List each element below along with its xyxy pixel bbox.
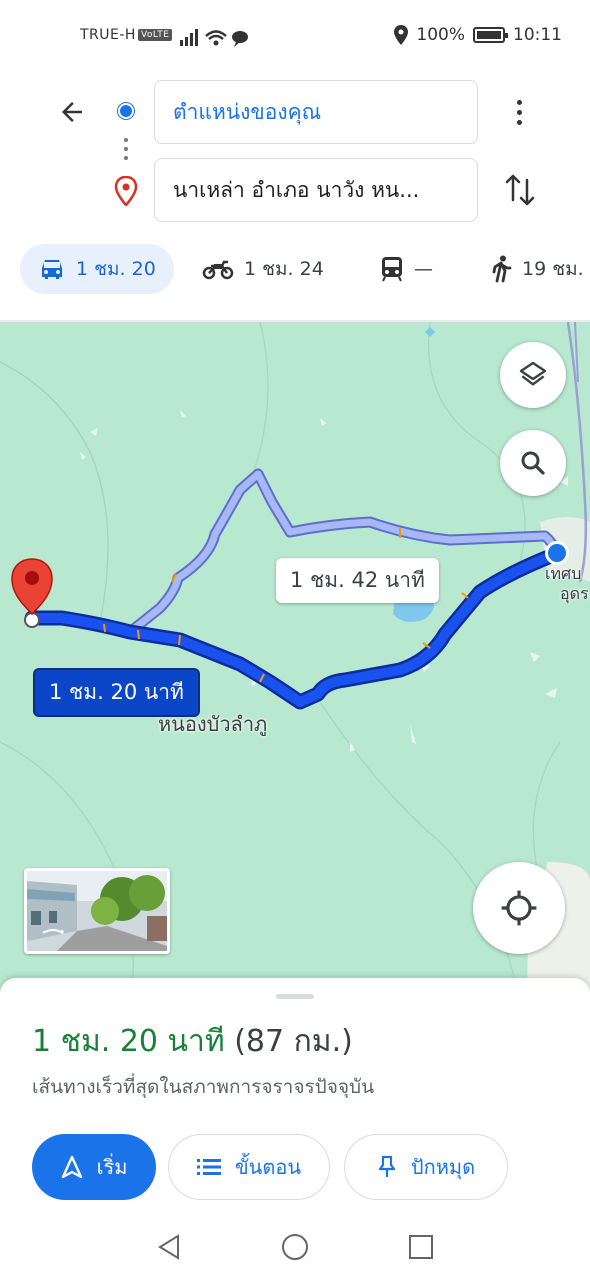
tab-transit-label: — [414, 258, 433, 280]
location-icon [394, 25, 409, 45]
destination-pin-icon [114, 175, 138, 210]
swap-vertical-icon [505, 174, 535, 206]
walk-icon [492, 255, 512, 283]
tab-motorcycle-label: 1 ชม. 24 [244, 258, 324, 280]
battery-percent: 100% [416, 25, 465, 45]
start-button[interactable]: เริ่ม [32, 1134, 156, 1200]
layers-icon [519, 361, 547, 386]
drag-handle[interactable] [276, 994, 314, 999]
city-label-1: เทศบ [545, 564, 582, 583]
circle-home-icon [282, 1234, 308, 1260]
nav-home-button[interactable] [280, 1232, 310, 1262]
triangle-back-icon [158, 1234, 179, 1260]
destination-field[interactable]: นาเหล่า อำเภอ นาวัง หน... [154, 158, 478, 222]
street-view-thumbnail[interactable] [24, 868, 170, 954]
square-recents-icon [409, 1235, 433, 1259]
origin-field[interactable]: ตำแหน่งของคุณ [154, 80, 478, 144]
route-time: 1 ชม. 20 นาที [32, 1024, 225, 1059]
alt-route-label[interactable]: 1 ชม. 42 นาที [276, 558, 439, 603]
system-nav-bar [0, 1216, 590, 1280]
arrow-back-icon [62, 102, 82, 122]
battery-icon [473, 27, 508, 43]
carrier-name: TRUE-H [80, 27, 136, 43]
volte-badge: VoLTE [137, 29, 173, 41]
back-button[interactable] [52, 92, 92, 132]
route-distance: (87 กม.) [234, 1024, 353, 1059]
crosshair-icon [501, 890, 537, 926]
swap-button[interactable] [500, 170, 540, 210]
status-bar: TRUE-H VoLTE 100% 10:11 [0, 0, 590, 72]
steps-button[interactable]: ขั้นตอน [168, 1134, 330, 1200]
tab-motorcycle[interactable]: 1 ชม. 24 [202, 244, 324, 294]
tab-car-label: 1 ชม. 20 [76, 258, 156, 280]
city-label-2: อุดร [560, 584, 589, 603]
carrier-label: TRUE-H VoLTE [80, 27, 173, 43]
layers-button[interactable] [500, 342, 566, 408]
list-icon [196, 1159, 221, 1175]
my-location-button[interactable] [473, 862, 565, 954]
status-right: 100% 10:11 [394, 25, 562, 45]
route-summary: 1 ชม. 20 นาที (87 กม.) [32, 1018, 353, 1065]
tab-walk[interactable]: 19 ชม. [490, 244, 584, 294]
origin-dot-icon [118, 103, 134, 119]
tab-walk-label: 19 ชม. [522, 258, 584, 280]
tab-transit[interactable]: — [380, 244, 433, 294]
place-label: หนองบัวลำภู [158, 712, 268, 736]
car-icon [42, 260, 62, 279]
nav-recents-button[interactable] [406, 1232, 436, 1262]
pin-button[interactable]: ปักหมุด [344, 1134, 508, 1200]
start-button-label: เริ่ม [96, 1155, 128, 1179]
travel-mode-tabs: 1 ชม. 20 1 ชม. 24 — 19 ชม. [0, 238, 590, 300]
search-icon [521, 451, 545, 475]
motorcycle-icon [202, 260, 234, 280]
clock: 10:11 [513, 25, 562, 45]
route-connector [124, 138, 128, 165]
tab-car[interactable]: 1 ชม. 20 [20, 244, 174, 294]
route-description: เส้นทางเร็วที่สุดในสภาพการจราจรปัจจุบัน [32, 1076, 375, 1098]
train-icon [382, 257, 402, 282]
more-options-button[interactable] [508, 92, 530, 132]
nav-back-button[interactable] [154, 1232, 184, 1262]
steps-button-label: ขั้นตอน [234, 1155, 301, 1179]
search-button[interactable] [500, 430, 566, 496]
street-view-image [27, 871, 167, 951]
pushpin-icon [378, 1155, 396, 1177]
signal-icon [180, 29, 248, 47]
map-view[interactable]: 1 ชม. 42 นาที 1 ชม. 20 นาที หนองบัวลำภู … [0, 322, 590, 1002]
navigation-arrow-icon [61, 1155, 82, 1179]
pin-button-label: ปักหมุด [410, 1155, 476, 1179]
signal-icons [180, 28, 250, 53]
